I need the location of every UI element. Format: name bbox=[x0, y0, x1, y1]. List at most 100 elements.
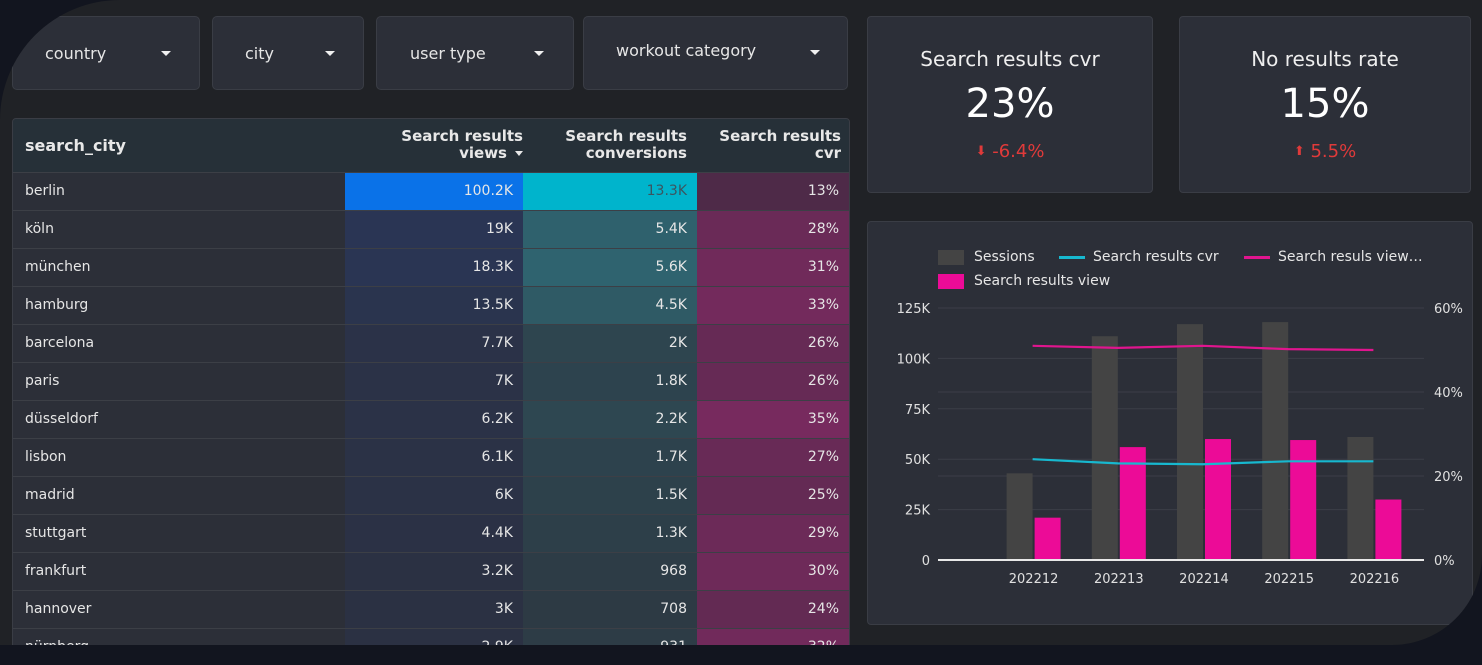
cell-cvr: 29% bbox=[697, 515, 849, 552]
filter-workout-category[interactable]: workout category bbox=[583, 16, 848, 90]
table-header: search_city Search results views Search … bbox=[13, 119, 849, 172]
left-axis-tick-label: 25K bbox=[905, 504, 931, 519]
cell-views: 18.3K bbox=[345, 249, 523, 286]
table-row[interactable]: hamburg 13.5K 4.5K 33% bbox=[13, 286, 849, 324]
cell-cvr: 31% bbox=[697, 249, 849, 286]
kpi-title: No results rate bbox=[1251, 47, 1399, 71]
cell-views: 6.2K bbox=[345, 401, 523, 438]
filter-label: workout category bbox=[616, 41, 757, 60]
cell-city: hannover bbox=[13, 591, 345, 628]
bar-sessions bbox=[1006, 473, 1033, 560]
cell-cvr: 24% bbox=[697, 591, 849, 628]
left-axis-tick-label: 0 bbox=[922, 554, 930, 569]
cell-conversions: 1.3K bbox=[523, 515, 697, 552]
cell-city: berlin bbox=[13, 173, 345, 210]
bar-search-results-view bbox=[1034, 517, 1061, 560]
cell-views: 19K bbox=[345, 211, 523, 248]
bar-search-results-view bbox=[1375, 499, 1402, 560]
table-row[interactable]: köln 19K 5.4K 28% bbox=[13, 210, 849, 248]
column-header-views[interactable]: Search results views bbox=[345, 119, 523, 172]
column-header-search-city[interactable]: search_city bbox=[25, 119, 126, 172]
cell-conversions: 2K bbox=[523, 325, 697, 362]
bar-search-results-view bbox=[1205, 439, 1231, 560]
cell-views: 3K bbox=[345, 591, 523, 628]
filter-user-type[interactable]: user type bbox=[376, 16, 574, 90]
column-header-conversions[interactable]: Search results conversions bbox=[523, 119, 687, 172]
filter-label: country bbox=[45, 44, 107, 63]
table-row[interactable]: paris 7K 1.8K 26% bbox=[13, 362, 849, 400]
sort-descending-icon bbox=[515, 151, 523, 156]
cell-city: köln bbox=[13, 211, 345, 248]
right-axis-tick-label: 40% bbox=[1434, 386, 1463, 401]
cell-conversions: 5.6K bbox=[523, 249, 697, 286]
cell-views: 3.2K bbox=[345, 553, 523, 590]
arrow-up-icon: ⬆ bbox=[1293, 144, 1305, 159]
cell-city: lisbon bbox=[13, 439, 345, 476]
cell-cvr: 32% bbox=[697, 629, 849, 645]
cell-conversions: 931 bbox=[523, 629, 697, 645]
dashboard-canvas: country city user type workout category … bbox=[0, 0, 1482, 645]
chart-plot: 0 25K 50K 75K 100K 125K 0% 20% 40% 60% 202212 20221… bbox=[897, 302, 1463, 587]
cell-views: 6.1K bbox=[345, 439, 523, 476]
table-row[interactable]: barcelona 7.7K 2K 26% bbox=[13, 324, 849, 362]
kpi-delta: ⬇ -6.4% bbox=[868, 141, 1152, 162]
header-line: Search results bbox=[719, 127, 841, 145]
cell-views: 6K bbox=[345, 477, 523, 514]
cell-city: paris bbox=[13, 363, 345, 400]
column-header-cvr[interactable]: Search results cvr bbox=[699, 119, 841, 172]
header-line: Search results bbox=[401, 127, 523, 145]
left-axis-tick-label: 75K bbox=[905, 403, 931, 418]
filter-country[interactable]: country bbox=[12, 16, 200, 90]
left-axis-tick-label: 100K bbox=[897, 352, 931, 367]
table-row[interactable]: lisbon 6.1K 1.7K 27% bbox=[13, 438, 849, 476]
cell-cvr: 35% bbox=[697, 401, 849, 438]
cell-views: 7.7K bbox=[345, 325, 523, 362]
kpi-search-results-cvr: Search results cvr 23% ⬇ -6.4% bbox=[867, 16, 1153, 193]
cell-conversions: 708 bbox=[523, 591, 697, 628]
cell-city: madrid bbox=[13, 477, 345, 514]
bar-sessions bbox=[1262, 322, 1289, 560]
cell-views: 2.9K bbox=[345, 629, 523, 645]
header-line: conversions bbox=[585, 144, 687, 162]
chevron-down-icon bbox=[161, 51, 171, 56]
cell-city: hamburg bbox=[13, 287, 345, 324]
cell-city: münchen bbox=[13, 249, 345, 286]
kpi-title: Search results cvr bbox=[920, 47, 1100, 71]
table-row[interactable]: nürnberg2.9K93132% bbox=[13, 628, 849, 645]
kpi-delta-value: -6.4% bbox=[992, 141, 1045, 162]
bar-sessions bbox=[1347, 437, 1374, 560]
right-axis-tick-label: 0% bbox=[1434, 554, 1455, 569]
bar-sessions bbox=[1091, 336, 1118, 560]
x-axis-tick-label: 202212 bbox=[1009, 572, 1059, 587]
combo-chart-card: Sessions Search results cvr Search resul… bbox=[867, 221, 1473, 625]
table-row[interactable]: berlin 100.2K 13.3K 13% bbox=[13, 172, 849, 210]
table-row[interactable]: stuttgart 4.4K 1.3K 29% bbox=[13, 514, 849, 552]
cell-views: 100.2K bbox=[345, 173, 523, 210]
chevron-down-icon bbox=[810, 50, 820, 55]
cell-city: stuttgart bbox=[13, 515, 345, 552]
table-row[interactable]: hannover 3K 708 24% bbox=[13, 590, 849, 628]
table-row[interactable]: münchen 18.3K 5.6K 31% bbox=[13, 248, 849, 286]
x-axis-tick-label: 202216 bbox=[1350, 572, 1400, 587]
cell-cvr: 27% bbox=[697, 439, 849, 476]
cell-views: 13.5K bbox=[345, 287, 523, 324]
cell-conversions: 1.5K bbox=[523, 477, 697, 514]
table-row[interactable]: frankfurt 3.2K 968 30% bbox=[13, 552, 849, 590]
table-row[interactable]: düsseldorf 6.2K 2.2K 35% bbox=[13, 400, 849, 438]
kpi-no-results-rate: No results rate 15% ⬆ 5.5% bbox=[1179, 16, 1471, 193]
cell-city: nürnberg bbox=[13, 629, 345, 645]
cell-conversions: 2.2K bbox=[523, 401, 697, 438]
cell-city: düsseldorf bbox=[13, 401, 345, 438]
x-axis-tick-label: 202215 bbox=[1264, 572, 1314, 587]
cell-cvr: 33% bbox=[697, 287, 849, 324]
header-line: cvr bbox=[814, 144, 841, 162]
filter-label: user type bbox=[410, 44, 486, 63]
cell-cvr: 30% bbox=[697, 553, 849, 590]
header-line: views bbox=[459, 144, 507, 162]
table-row[interactable]: madrid 6K 1.5K 25% bbox=[13, 476, 849, 514]
cell-cvr: 26% bbox=[697, 325, 849, 362]
filter-city[interactable]: city bbox=[212, 16, 364, 90]
bar-sessions bbox=[1177, 324, 1203, 560]
kpi-delta-value: 5.5% bbox=[1310, 141, 1357, 162]
header-line: Search results bbox=[565, 127, 687, 145]
